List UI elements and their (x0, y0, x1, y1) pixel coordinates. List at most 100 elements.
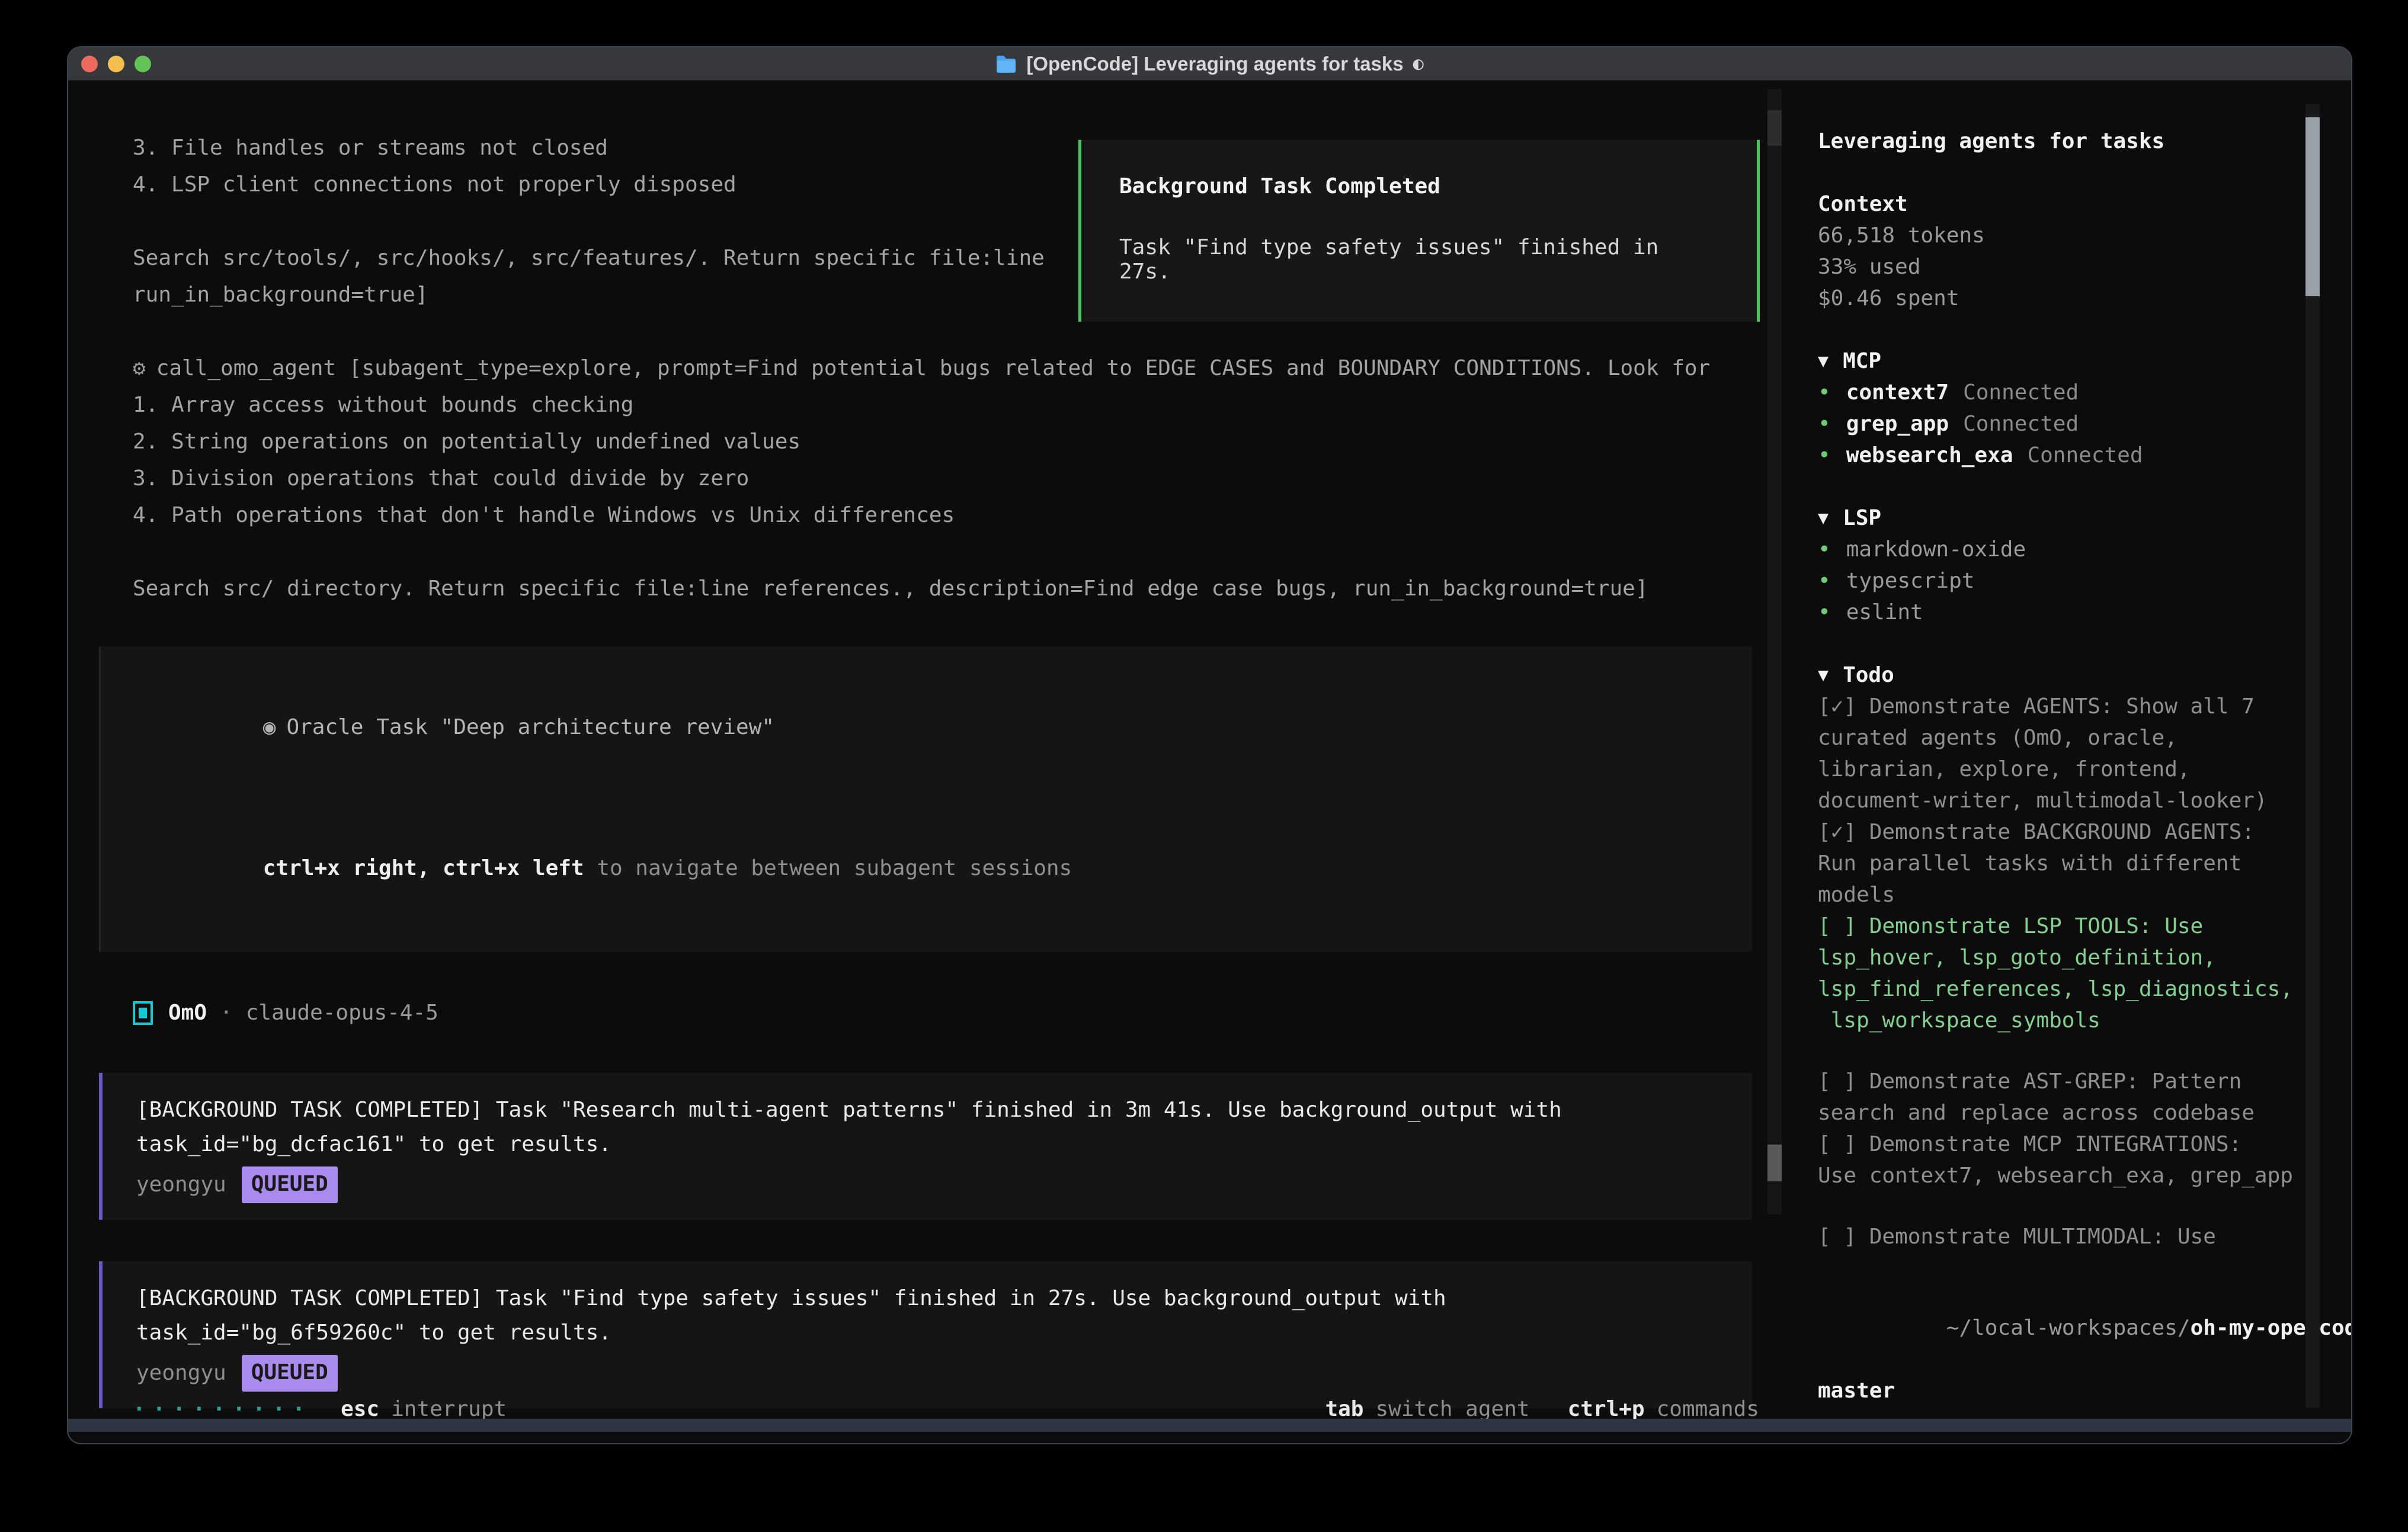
close-button[interactable] (81, 56, 98, 72)
oracle-task-hint: ctrl+x right, ctrl+x left to navigate be… (135, 813, 1718, 924)
version-row: • OpenCode 1.0.163 (1818, 1438, 2306, 1444)
mcp-item: • grep_app Connected (1818, 408, 2306, 440)
oracle-task-title: Oracle Task "Deep architecture review" (286, 715, 774, 739)
task-message-line: [BACKGROUND TASK COMPLETED] Task "Find t… (136, 1281, 1718, 1316)
lsp-section-header[interactable]: ▼ LSP (1818, 502, 2306, 534)
context-stat: 33% used (1818, 251, 2306, 283)
agent-header: OmO · claude-opus-4-5 (133, 995, 1792, 1031)
tool-call-lines: 1. Array access without bounds checking2… (133, 387, 1792, 607)
mcp-item: • websearch_exa Connected (1818, 440, 2306, 471)
tab-hint: tab switch agent (1325, 1397, 1529, 1421)
version-number: 1.0.163 (1962, 1441, 2052, 1444)
folder-icon (995, 55, 1017, 73)
background-task-card[interactable]: [BACKGROUND TASK COMPLETED] Task "Find t… (99, 1261, 1752, 1408)
terminal-line: 2. String operations on potentially unde… (133, 424, 1792, 460)
task-meta: yeongyu QUEUED (136, 1355, 1718, 1392)
terminal-line: 1. Array access without bounds checking (133, 387, 1792, 424)
window-bottom-edge (68, 1419, 2351, 1432)
bullet-icon: • (1818, 408, 1831, 440)
todo-line: [ ] Demonstrate AST-GREP: Pattern (1818, 1066, 2306, 1097)
bullet-icon: • (1818, 1438, 1831, 1444)
todo-line: [ ] Demonstrate MULTIMODAL: Use (1818, 1221, 2306, 1252)
hint-keys: ctrl+x right, ctrl+x left (263, 856, 584, 880)
opencode-window: [OpenCode] Leveraging agents for tasks ◐… (67, 46, 2352, 1444)
lsp-item: • markdown-oxide (1818, 534, 2306, 565)
workspace-path: ~/local-workspaces/oh-my-opencode: maste… (1818, 1281, 2306, 1406)
todo-line: Use context7, websearch_exa, grep_app (1818, 1160, 2306, 1191)
tab-key: tab (1325, 1397, 1363, 1421)
window-title: [OpenCode] Leveraging agents for tasks ◐ (995, 53, 1423, 75)
todo-list: [✓] Demonstrate AGENTS: Show all 7curate… (1818, 691, 2306, 1252)
todo-item: [ ] Demonstrate MULTIMODAL: Use (1818, 1221, 2306, 1252)
task-meta: yeongyu QUEUED (136, 1166, 1718, 1203)
todo-line: librarian, explore, frontend, (1818, 754, 2306, 785)
lsp-name: typescript (1846, 565, 1975, 597)
todo-line: curated agents (OmO, oracle, (1818, 722, 2306, 754)
todo-line: [ ] Demonstrate LSP TOOLS: Use (1818, 911, 2306, 942)
oracle-task-panel[interactable]: ◉Oracle Task "Deep architecture review" … (99, 646, 1752, 952)
path-prefix: ~/local-workspaces/ (1946, 1316, 2191, 1340)
task-message-line: task_id="bg_dcfac161" to get results. (136, 1127, 1718, 1162)
terminal-line: Search src/ directory. Return specific f… (133, 571, 1792, 607)
task-author: yeongyu (136, 1168, 226, 1202)
background-task-card[interactable]: [BACKGROUND TASK COMPLETED] Task "Resear… (99, 1073, 1752, 1220)
bullet-icon: • (1818, 377, 1831, 408)
tab-label: switch agent (1375, 1397, 1529, 1421)
commands-label: commands (1657, 1397, 1759, 1421)
context-stats: 66,518 tokens33% used$0.46 spent (1818, 220, 2306, 314)
main-scrollbar-track[interactable] (1767, 89, 1782, 1214)
todo-line: lsp_hover, lsp_goto_definition, (1818, 942, 2306, 973)
sidebar-scrollbar-thumb[interactable] (2305, 117, 2320, 296)
todo-heading: Todo (1843, 659, 1894, 691)
context-heading: Context (1818, 188, 2306, 220)
spinner-icon: ········· (133, 1397, 312, 1421)
mcp-section-header[interactable]: ▼ MCP (1818, 345, 2306, 377)
sidebar: Leveraging agents for tasks Context 66,5… (1818, 81, 2306, 1444)
commands-hint: ctrl+p commands (1568, 1397, 1759, 1421)
titlebar[interactable]: [OpenCode] Leveraging agents for tasks ◐ (68, 47, 2351, 81)
status-bar: ········· esc interrupt tab switch agent… (133, 1397, 1759, 1421)
todo-line: search and replace across codebase (1818, 1097, 2306, 1129)
brand-dim: Open (1846, 1441, 1898, 1444)
todo-item: [ ] Demonstrate LSP TOOLS: Uselsp_hover,… (1818, 911, 2306, 1036)
notification-title: Background Task Completed (1119, 174, 1719, 198)
main-scrollbar-segment[interactable] (1767, 110, 1782, 146)
task-message-line: [BACKGROUND TASK COMPLETED] Task "Resear… (136, 1093, 1718, 1127)
ctrlp-key: ctrl+p (1568, 1397, 1645, 1421)
chevron-down-icon: ▼ (1818, 502, 1829, 534)
toast-notification[interactable]: Background Task Completed Task "Find typ… (1078, 140, 1760, 322)
esc-key: esc (341, 1397, 379, 1421)
task-message-line: task_id="bg_6f59260c" to get results. (136, 1316, 1718, 1350)
chevron-down-icon: ▼ (1818, 345, 1829, 377)
minimize-button[interactable] (108, 56, 124, 72)
lsp-name: markdown-oxide (1846, 534, 2026, 565)
agent-icon (133, 1001, 153, 1025)
oracle-task-title-row: ◉Oracle Task "Deep architecture review" (135, 672, 1718, 783)
brand-bold: Code (1897, 1441, 1949, 1444)
mcp-status: Connected (1963, 408, 2079, 440)
terminal-line: 4. Path operations that don't handle Win… (133, 497, 1792, 534)
mcp-status: Connected (2027, 440, 2143, 471)
task-author: yeongyu (136, 1356, 226, 1390)
tool-call-header: ⚙ call_omo_agent [subagent_type=explore,… (133, 350, 1792, 387)
tool-call-block: ⚙ call_omo_agent [subagent_type=explore,… (99, 350, 1792, 607)
terminal-line: 3. Division operations that could divide… (133, 460, 1792, 497)
status-bar-right: tab switch agent ctrl+p commands (1325, 1397, 1759, 1421)
todo-item: [✓] Demonstrate BACKGROUND AGENTS:Run pa… (1818, 816, 2306, 911)
lsp-item: • typescript (1818, 565, 2306, 597)
main-scrollbar-thumb[interactable] (1767, 1145, 1782, 1181)
status-badge: QUEUED (242, 1166, 338, 1203)
esc-label: interrupt (391, 1397, 507, 1421)
todo-line: [✓] Demonstrate BACKGROUND AGENTS: (1818, 816, 2306, 848)
todo-section-header[interactable]: ▼ Todo (1818, 659, 2306, 691)
todo-line: lsp_find_references, lsp_diagnostics, (1818, 973, 2306, 1005)
bullet-icon: • (1818, 440, 1831, 471)
status-badge: QUEUED (242, 1355, 338, 1392)
branch-name: master (1818, 1375, 2306, 1406)
zoom-button[interactable] (135, 56, 151, 72)
context-stat: 66,518 tokens (1818, 220, 2306, 251)
agent-model: claude-opus-4-5 (246, 995, 438, 1031)
hint-rest: to navigate between subagent sessions (584, 856, 1072, 880)
agent-separator: · (220, 995, 233, 1031)
sidebar-scrollbar-track[interactable] (2305, 104, 2320, 1408)
